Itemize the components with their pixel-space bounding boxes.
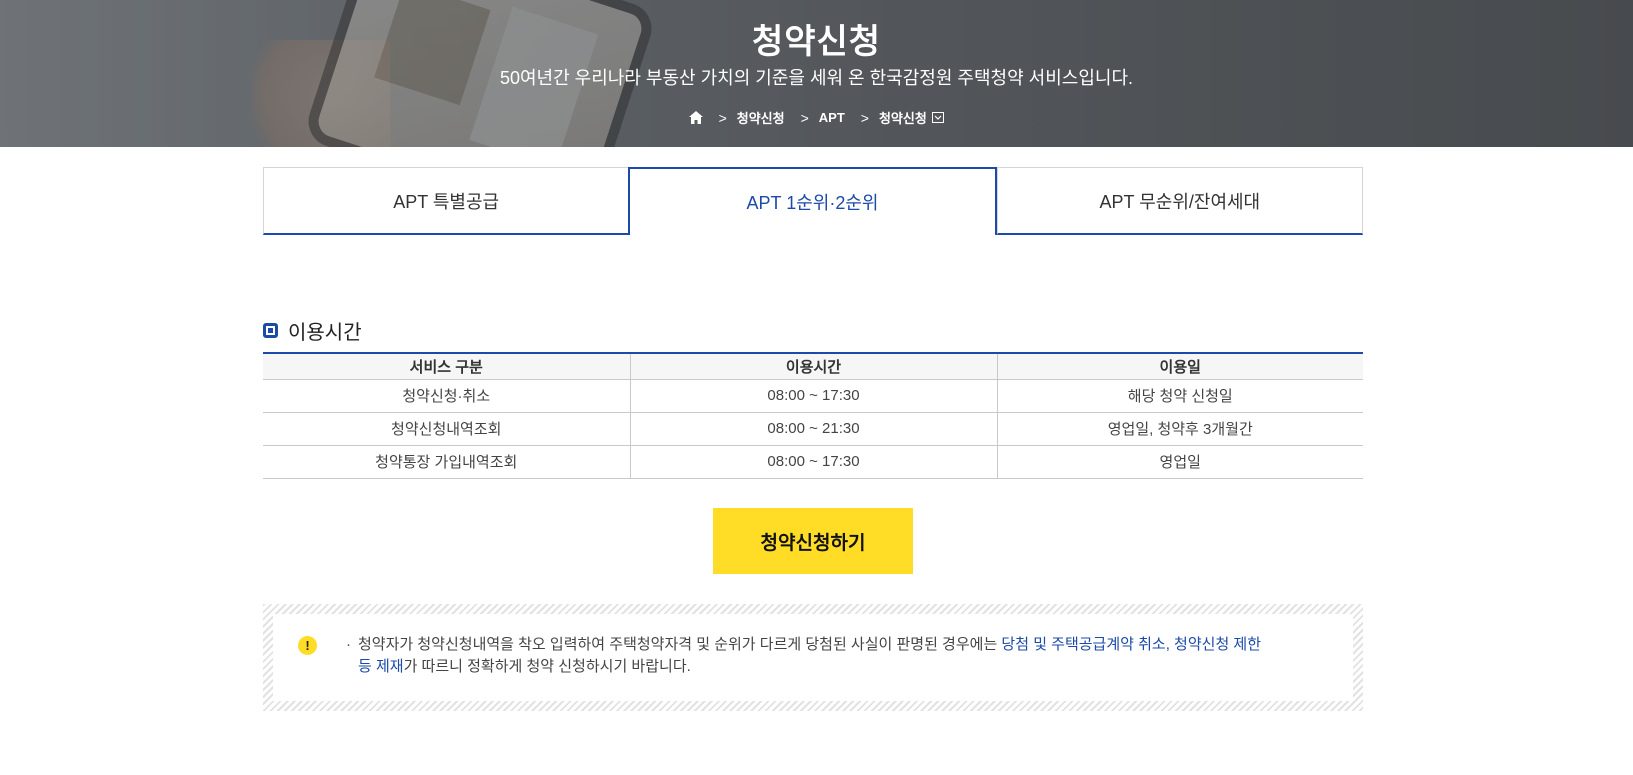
table-cell: 영업일, 청약후 3개월간 [996, 412, 1363, 446]
page-hero-banner: 청약신청 50여년간 우리나라 부동산 가치의 기준을 세워 온 한국감정원 주… [0, 0, 1633, 147]
home-icon[interactable] [688, 111, 703, 124]
chevron-right-icon: > [800, 109, 809, 126]
table-row: 청약신청내역조회 08:00 ~ 21:30 영업일, 청약후 3개월간 [263, 412, 1363, 446]
tab-apt-special-supply[interactable]: APT 특별공급 [263, 167, 629, 235]
dropdown-icon[interactable] [932, 112, 945, 123]
column-header: 서비스 구분 [263, 353, 630, 380]
table-cell: 08:00 ~ 17:30 [629, 445, 997, 479]
breadcrumb-item-apt[interactable]: APT [819, 110, 845, 125]
column-header: 이용일 [996, 353, 1363, 380]
apt-tabs: APT 특별공급 APT 1순위·2순위 APT 무순위/잔여세대 [263, 167, 1363, 235]
tab-apt-rank-1-2[interactable]: APT 1순위·2순위 [628, 167, 997, 235]
chevron-right-icon: > [718, 109, 727, 126]
page-title: 청약신청 [751, 23, 882, 61]
table-cell: 청약신청내역조회 [263, 412, 630, 446]
table-row: 청약통장 가입내역조회 08:00 ~ 17:30 영업일 [263, 445, 1363, 479]
breadcrumb-current-label: 청약신청 [878, 111, 927, 126]
notice-text: · 청약자가 청약신청내역을 착오 입력하여 주택청약자격 및 순위가 다르게 당… [346, 636, 1262, 675]
bullet: · [346, 636, 351, 653]
breadcrumb-item-apply[interactable]: 청약신청 [737, 108, 785, 127]
breadcrumb-item-current[interactable]: 청약신청 [878, 108, 945, 127]
table-cell: 해당 청약 신청일 [996, 379, 1363, 413]
column-header: 이용시간 [629, 353, 997, 380]
section-heading: 이용시간 [263, 316, 362, 345]
table-cell: 청약통장 가입내역조회 [263, 445, 630, 479]
section-title: 이용시간 [288, 322, 362, 344]
notice-box: ! · 청약자가 청약신청내역을 착오 입력하여 주택청약자격 및 순위가 다르게… [263, 604, 1363, 711]
tab-apt-unranked-remaining[interactable]: APT 무순위/잔여세대 [996, 167, 1363, 235]
breadcrumb: > 청약신청 > APT > 청약신청 [0, 108, 1633, 127]
table-row: 청약신청·취소 08:00 ~ 17:30 해당 청약 신청일 [263, 379, 1363, 413]
page-subtitle: 50여년간 우리나라 부동산 가치의 기준을 세워 온 한국감정원 주택청약 서… [499, 68, 1134, 88]
apply-subscription-button[interactable]: 청약신청하기 [713, 508, 913, 574]
table-cell: 08:00 ~ 17:30 [629, 379, 997, 413]
table-cell: 08:00 ~ 21:30 [629, 412, 997, 446]
square-bullet-icon [263, 323, 278, 338]
table-cell: 영업일 [996, 445, 1363, 479]
table-cell: 청약신청·취소 [263, 379, 630, 413]
warning-icon: ! [298, 636, 317, 655]
table-header-row: 서비스 구분 이용시간 이용일 [263, 353, 1363, 380]
service-hours-table: 서비스 구분 이용시간 이용일 청약신청·취소 08:00 ~ 17:30 해당… [263, 352, 1363, 479]
chevron-right-icon: > [860, 109, 869, 126]
